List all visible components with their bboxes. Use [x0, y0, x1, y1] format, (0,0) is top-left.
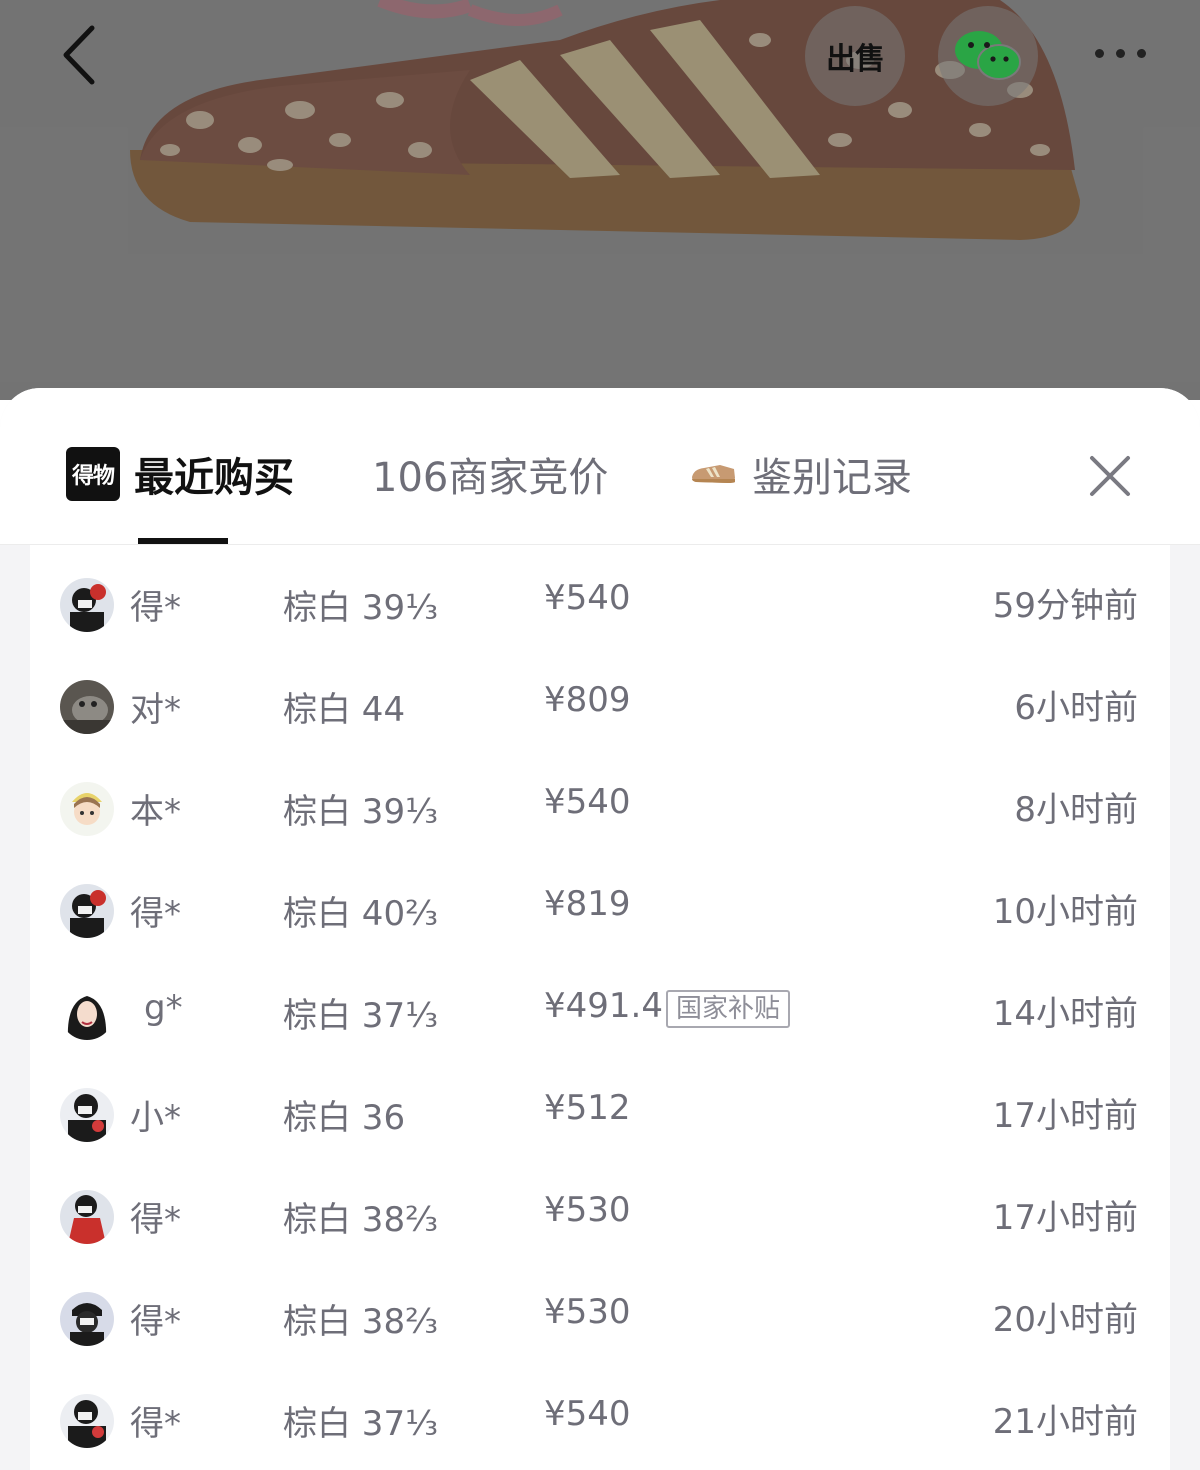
- purchase-time: 20小时前: [992, 1300, 1138, 1340]
- subsidy-badge: 国家补贴: [666, 990, 791, 1028]
- more-icon: [1094, 48, 1104, 58]
- purchase-time: 17小时前: [992, 1096, 1138, 1136]
- price: ¥530: [544, 1292, 631, 1332]
- tab-recent-purchases[interactable]: 得物 最近购买: [66, 444, 294, 504]
- price: ¥512: [544, 1088, 631, 1128]
- price: ¥491.4: [544, 986, 663, 1026]
- price: ¥540: [544, 782, 631, 822]
- purchase-time: 8小时前: [1014, 790, 1138, 830]
- shoe-thumbnail-icon: [692, 465, 735, 483]
- avatar[interactable]: [60, 578, 114, 632]
- buyer-name: 得*: [130, 1302, 181, 1342]
- back-button[interactable]: [52, 20, 112, 90]
- avatar[interactable]: [60, 884, 114, 938]
- tab-merchant-bids[interactable]: 106商家竞价: [372, 444, 608, 504]
- avatar[interactable]: [60, 782, 114, 836]
- buyer-name: 本*: [130, 792, 181, 832]
- purchase-row: 得* 棕白 39⅓ ¥540 59分钟前: [30, 556, 1170, 658]
- avatar[interactable]: [60, 1190, 114, 1244]
- size-spec: 棕白 39⅓: [283, 588, 439, 628]
- tab-bar: 得物 最近购买 106商家竞价 鉴别记录: [0, 388, 1200, 545]
- buyer-name: 得*: [130, 1200, 181, 1240]
- size-spec: 棕白 36: [283, 1098, 406, 1138]
- purchase-row: 得* 棕白 38⅔ ¥530 17小时前: [30, 1168, 1170, 1270]
- buyer-name: 得*: [130, 894, 181, 934]
- size-spec: 棕白 38⅔: [283, 1302, 439, 1342]
- purchase-time: 59分钟前: [992, 586, 1138, 626]
- buyer-name: 得*: [130, 588, 181, 628]
- active-tab-indicator: [138, 538, 228, 544]
- purchase-row: g* 棕白 37⅓ ¥491.4 国家补贴 14小时前: [30, 964, 1170, 1066]
- price: ¥819: [544, 884, 631, 924]
- purchase-row: 得* 棕白 40⅔ ¥819 10小时前: [30, 862, 1170, 964]
- buyer-name: 得*: [130, 1404, 181, 1444]
- purchase-row: 对* 棕白 44 ¥809 6小时前: [30, 658, 1170, 760]
- buyer-name: 对*: [130, 690, 181, 730]
- purchase-row: 本* 棕白 39⅓ ¥540 8小时前: [30, 760, 1170, 862]
- purchase-time: 21小时前: [992, 1402, 1138, 1442]
- tab-label: 最近购买: [134, 455, 294, 501]
- price: ¥540: [544, 1394, 631, 1434]
- chevron-left-icon: [63, 25, 95, 85]
- wechat-share-button[interactable]: [938, 6, 1038, 106]
- purchase-time: 17小时前: [992, 1198, 1138, 1238]
- purchase-row: 小* 棕白 36 ¥512 17小时前: [30, 1066, 1170, 1168]
- avatar[interactable]: [60, 680, 114, 734]
- price: ¥540: [544, 578, 631, 618]
- price: ¥809: [544, 680, 631, 720]
- purchase-list: 得* 棕白 39⅓ ¥540 59分钟前 对* 棕白 44 ¥809 6小时前 …: [30, 545, 1170, 1470]
- close-button[interactable]: [1086, 452, 1134, 500]
- recent-purchases-sheet: 得物 最近购买 106商家竞价 鉴别记录 得* 棕白 39⅓ ¥540 59分钟…: [0, 388, 1200, 1470]
- avatar[interactable]: [60, 1394, 114, 1448]
- tab-label: 鉴别记录: [752, 455, 912, 501]
- purchase-time: 6小时前: [1014, 688, 1138, 728]
- size-spec: 棕白 39⅓: [283, 792, 439, 832]
- avatar[interactable]: [60, 986, 114, 1040]
- wechat-icon: [955, 31, 1021, 80]
- size-spec: 棕白 44: [283, 690, 406, 730]
- size-spec: 棕白 37⅓: [283, 996, 439, 1036]
- size-spec: 棕白 37⅓: [283, 1404, 439, 1444]
- avatar[interactable]: [60, 1088, 114, 1142]
- tab-authentication-records[interactable]: 鉴别记录: [690, 444, 912, 504]
- tab-label: 106商家竞价: [372, 455, 609, 501]
- more-button[interactable]: [1080, 30, 1160, 76]
- dewu-logo: 得物: [66, 447, 120, 501]
- price: ¥530: [544, 1190, 631, 1230]
- size-spec: 棕白 38⅔: [283, 1200, 439, 1240]
- avatar[interactable]: [60, 1292, 114, 1346]
- size-spec: 棕白 40⅔: [283, 894, 439, 934]
- purchase-time: 10小时前: [992, 892, 1138, 932]
- sell-label: 出售: [826, 42, 885, 77]
- purchase-row: 得* 棕白 37⅓ ¥540 21小时前: [30, 1372, 1170, 1470]
- purchase-time: 14小时前: [992, 994, 1138, 1034]
- buyer-name: 小*: [130, 1098, 181, 1138]
- buyer-name: g*: [144, 988, 183, 1028]
- sell-button[interactable]: 出售: [805, 6, 905, 106]
- purchase-row: 得* 棕白 38⅔ ¥530 20小时前: [30, 1270, 1170, 1372]
- close-icon: [1090, 456, 1130, 496]
